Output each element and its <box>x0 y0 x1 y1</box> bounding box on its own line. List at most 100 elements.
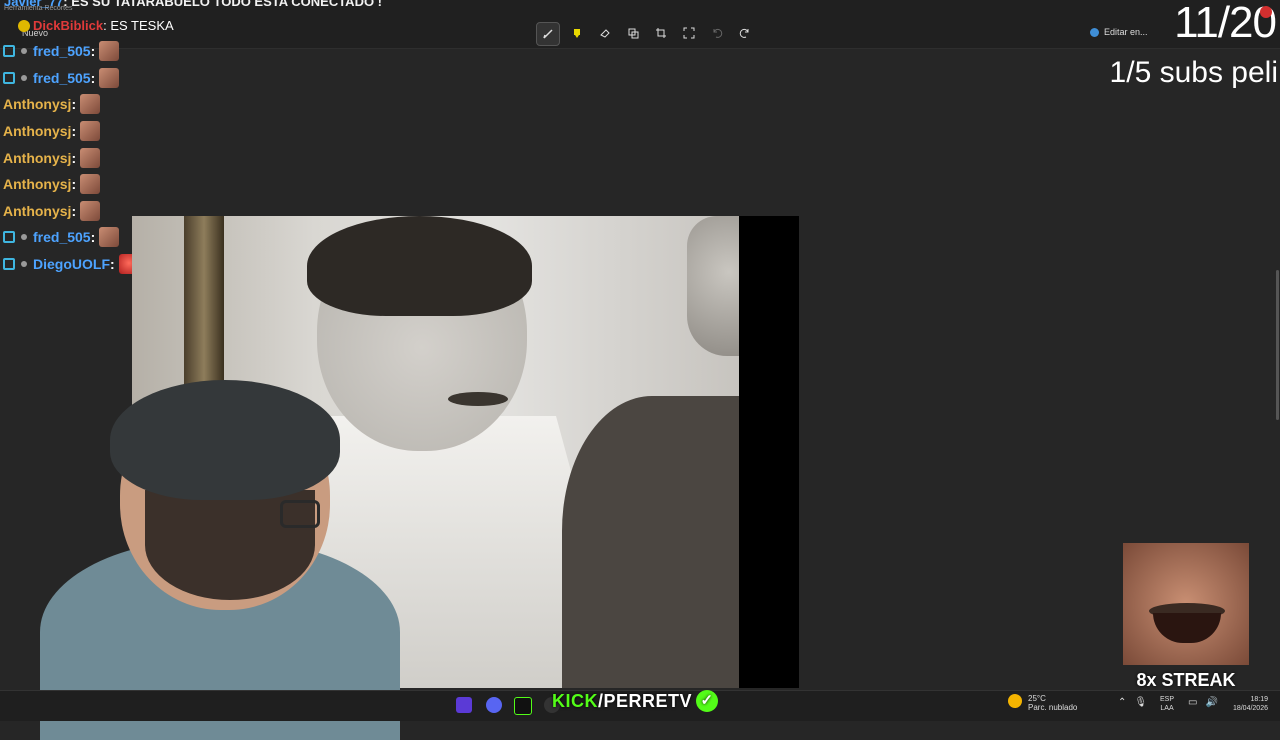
chat-colon: : <box>71 123 77 140</box>
chat-username[interactable]: Anthonysj <box>3 96 71 112</box>
pen-icon[interactable] <box>536 22 560 46</box>
chat-username[interactable]: Anthonysj <box>3 150 71 166</box>
chat-message: Anthonysj: <box>0 91 139 118</box>
subscriber-badge-icon <box>3 258 15 271</box>
tray-icons: ▭ 🔊 <box>1188 697 1218 708</box>
emote-mouth <box>1153 613 1221 643</box>
chat-emote <box>80 121 101 142</box>
streak-emote <box>1123 543 1249 665</box>
streak-label: 8x STREAK <box>1136 670 1236 690</box>
kick-handle: KICK/PERRETV ✓ <box>552 690 719 712</box>
chat-colon: : <box>90 229 96 246</box>
chat-message: Anthonysj: <box>0 198 139 225</box>
language-code: ESP <box>1160 696 1175 703</box>
chat-colon: : <box>90 69 96 86</box>
verified-check-icon: ✓ <box>696 690 719 712</box>
chat-message: fred_505: <box>0 224 139 251</box>
language-indicator[interactable]: ESP LAA <box>1160 695 1174 713</box>
chat-emote <box>80 94 101 115</box>
chat-colon: : <box>71 149 77 166</box>
chat-emote <box>80 147 101 168</box>
record-indicator-icon <box>1260 6 1272 18</box>
chat-colon: : <box>90 43 96 60</box>
chat-message: fred_505: <box>0 38 139 65</box>
edit-in-button[interactable]: Editar en... <box>1090 27 1148 37</box>
time: 18:19 <box>1250 696 1268 703</box>
chat-colon: : <box>110 256 115 273</box>
chat-message: DiegoUOLF: <box>0 251 139 278</box>
redo-icon[interactable] <box>734 22 756 44</box>
warning-badge-icon <box>18 20 30 32</box>
monitor-icon[interactable]: ▭ <box>1188 697 1197 708</box>
chat-emote <box>80 174 101 195</box>
annotation-tools <box>536 22 756 46</box>
eraser-icon[interactable] <box>594 22 616 44</box>
highlighter-icon[interactable] <box>566 22 588 44</box>
clock[interactable]: 18:19 18/04/2026 <box>1233 695 1268 713</box>
photo-second-person <box>562 396 739 688</box>
subscriber-badge-icon <box>3 45 15 58</box>
chat-message: Anthonysj: <box>0 144 139 171</box>
crop-icon[interactable] <box>650 22 672 44</box>
chat-username: Javier_77 <box>4 0 64 9</box>
temperature: 25°C <box>1028 694 1046 703</box>
subs-goal: 1/5 subs peli <box>1109 56 1278 89</box>
chat-text: : ES TESKA <box>103 18 174 33</box>
streamer-hair <box>110 380 340 500</box>
shapes-icon[interactable] <box>622 22 644 44</box>
chat-message-second: DickBiblick: ES TESKA <box>18 18 174 33</box>
photo-mustache <box>448 392 508 406</box>
volume-icon[interactable]: 🔊 <box>1205 697 1217 708</box>
undo-icon[interactable] <box>706 22 728 44</box>
chat-username[interactable]: Anthonysj <box>3 123 71 139</box>
kick-channel: /PERRETV <box>598 690 693 711</box>
ocr-icon[interactable] <box>678 22 700 44</box>
chat-message: fred_505: <box>0 65 139 92</box>
status-dot-icon <box>21 74 27 81</box>
chat-username: DickBiblick <box>33 18 104 33</box>
chat-colon: : <box>71 176 77 193</box>
chat-emote <box>99 41 120 62</box>
scrollbar[interactable] <box>1276 270 1279 420</box>
chat-username[interactable]: fred_505 <box>33 43 91 59</box>
chat-emote <box>99 67 120 88</box>
photo-hair <box>307 216 532 316</box>
chat-message: Anthonysj: <box>0 171 139 198</box>
webcam-streamer <box>40 380 400 740</box>
video-letterbox <box>739 216 799 688</box>
chat-emote <box>99 227 120 248</box>
chat-message: Anthonysj: <box>0 118 139 145</box>
chat-username[interactable]: Anthonysj <box>3 176 71 192</box>
chevron-up-icon[interactable]: ⌃ <box>1118 697 1126 708</box>
status-dot-icon <box>21 48 27 55</box>
system-tray: ⌃ 🎙 <box>1118 697 1147 708</box>
weather-widget[interactable]: 25°C Parc. nublado <box>1008 694 1077 712</box>
chat-text: : ES SU TATARABUELO TODO ESTA CONECTADO … <box>63 0 383 9</box>
weather-text: Parc. nublado <box>1028 703 1078 712</box>
paint-icon <box>1090 27 1099 37</box>
chat-username[interactable]: Anthonysj <box>3 203 71 219</box>
subscriber-badge-icon <box>3 231 15 244</box>
discord-icon[interactable] <box>486 697 502 713</box>
chat-colon: : <box>71 202 77 219</box>
weather-icon <box>1008 694 1022 708</box>
status-dot-icon <box>21 234 27 241</box>
streamer-glasses <box>280 500 320 528</box>
chat-username[interactable]: fred_505 <box>33 70 91 86</box>
microphone-icon[interactable]: 🎙 <box>1134 697 1147 708</box>
keyboard-layout: LAA <box>1160 705 1174 712</box>
app-icon-visual-studio[interactable] <box>456 697 472 713</box>
chat-emote <box>80 200 101 221</box>
date: 18/04/2026 <box>1232 705 1268 712</box>
chat-username[interactable]: DiegoUOLF <box>33 256 110 272</box>
chat-username[interactable]: fred_505 <box>33 229 91 245</box>
kick-logo: KICK <box>552 690 598 711</box>
subscriber-badge-icon <box>3 71 15 84</box>
chat-colon: : <box>71 96 77 113</box>
chat-list: fred_505: fred_505: Anthonysj: Anthonysj: An… <box>0 38 139 277</box>
chat-message-top: Javier_77: ES SU TATARABUELO TODO ESTA C… <box>4 0 382 9</box>
edit-label: Editar en... <box>1104 27 1148 37</box>
status-dot-icon <box>21 261 27 268</box>
terminal-icon[interactable] <box>514 697 532 715</box>
photo-second-face <box>687 216 739 356</box>
